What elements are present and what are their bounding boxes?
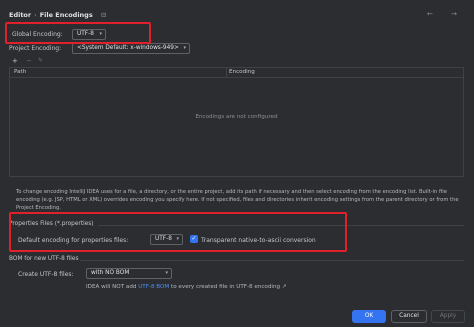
column-divider [226, 68, 227, 78]
chevron-down-icon: ▾ [183, 45, 186, 51]
table-header: Path Encoding [10, 68, 463, 78]
project-encoding-select[interactable]: <System Default: x-windows-949> ▾ [72, 43, 190, 54]
project-encoding-value: <System Default: x-windows-949> [77, 45, 179, 51]
bom-note-prefix: IDEA will NOT add [86, 284, 139, 290]
transparent-conversion-checkbox[interactable]: ✓ [190, 235, 198, 243]
properties-encoding-value: UTF-8 [155, 236, 172, 242]
settings-header: Editor › File Encodings ⊟ ← → [0, 0, 474, 24]
add-icon[interactable]: + [12, 56, 18, 66]
properties-encoding-select[interactable]: UTF-8 ▾ [150, 234, 183, 245]
breadcrumb-editor[interactable]: Editor [9, 11, 31, 19]
section-divider [98, 225, 464, 226]
cancel-button[interactable]: Cancel [391, 310, 427, 323]
project-scope-icon: ⊟ [100, 11, 107, 19]
bom-note-suffix: to every created file in UTF-8 encoding … [169, 284, 287, 290]
remove-icon[interactable]: − [26, 56, 32, 66]
project-encoding-label: Project Encoding: [9, 45, 62, 52]
table-empty-text: Encodings are not configured [195, 114, 278, 120]
checkmark-icon: ✓ [191, 235, 197, 242]
edit-icon[interactable]: ✎ [38, 56, 43, 66]
column-header-path[interactable]: Path [14, 69, 26, 75]
bom-create-select[interactable]: with NO BOM ▾ [86, 268, 172, 279]
bom-section-title: BOM for new UTF-8 files [9, 256, 79, 262]
global-encoding-select[interactable]: UTF-8 ▾ [72, 29, 106, 40]
highlight-box-properties [9, 212, 347, 252]
section-divider [80, 260, 464, 261]
nav-arrows-icon[interactable]: ← → [427, 10, 465, 18]
ok-button[interactable]: OK [352, 310, 386, 323]
encodings-table[interactable]: Path Encoding Encodings are not configur… [9, 67, 464, 177]
chevron-down-icon: ▾ [176, 236, 179, 242]
global-encoding-label: Global Encoding: [12, 31, 63, 38]
chevron-down-icon: ▾ [99, 31, 102, 37]
column-header-encoding[interactable]: Encoding [229, 69, 255, 75]
breadcrumb: Editor › File Encodings ⊟ [9, 11, 106, 19]
bom-create-label: Create UTF-8 files: [18, 271, 74, 278]
global-encoding-value: UTF-8 [77, 31, 94, 37]
breadcrumb-separator: › [34, 11, 37, 19]
apply-button[interactable]: Apply [431, 310, 465, 323]
breadcrumb-file-encodings: File Encodings [39, 11, 93, 19]
encodings-toolbar: + − ✎ [9, 56, 464, 66]
bom-create-value: with NO BOM [91, 270, 130, 276]
utf8-bom-link[interactable]: UTF-8 BOM [138, 284, 169, 290]
properties-section-title: Properties Files (*.properties) [9, 221, 94, 227]
bom-note: IDEA will NOT add UTF-8 BOM to every cre… [86, 284, 287, 290]
properties-default-label: Default encoding for properties files: [18, 237, 129, 244]
transparent-conversion-label[interactable]: Transparent native-to-ascii conversion [201, 237, 316, 244]
chevron-down-icon: ▾ [165, 270, 168, 276]
encoding-description: To change encoding IntelliJ IDEA uses fo… [16, 189, 459, 211]
